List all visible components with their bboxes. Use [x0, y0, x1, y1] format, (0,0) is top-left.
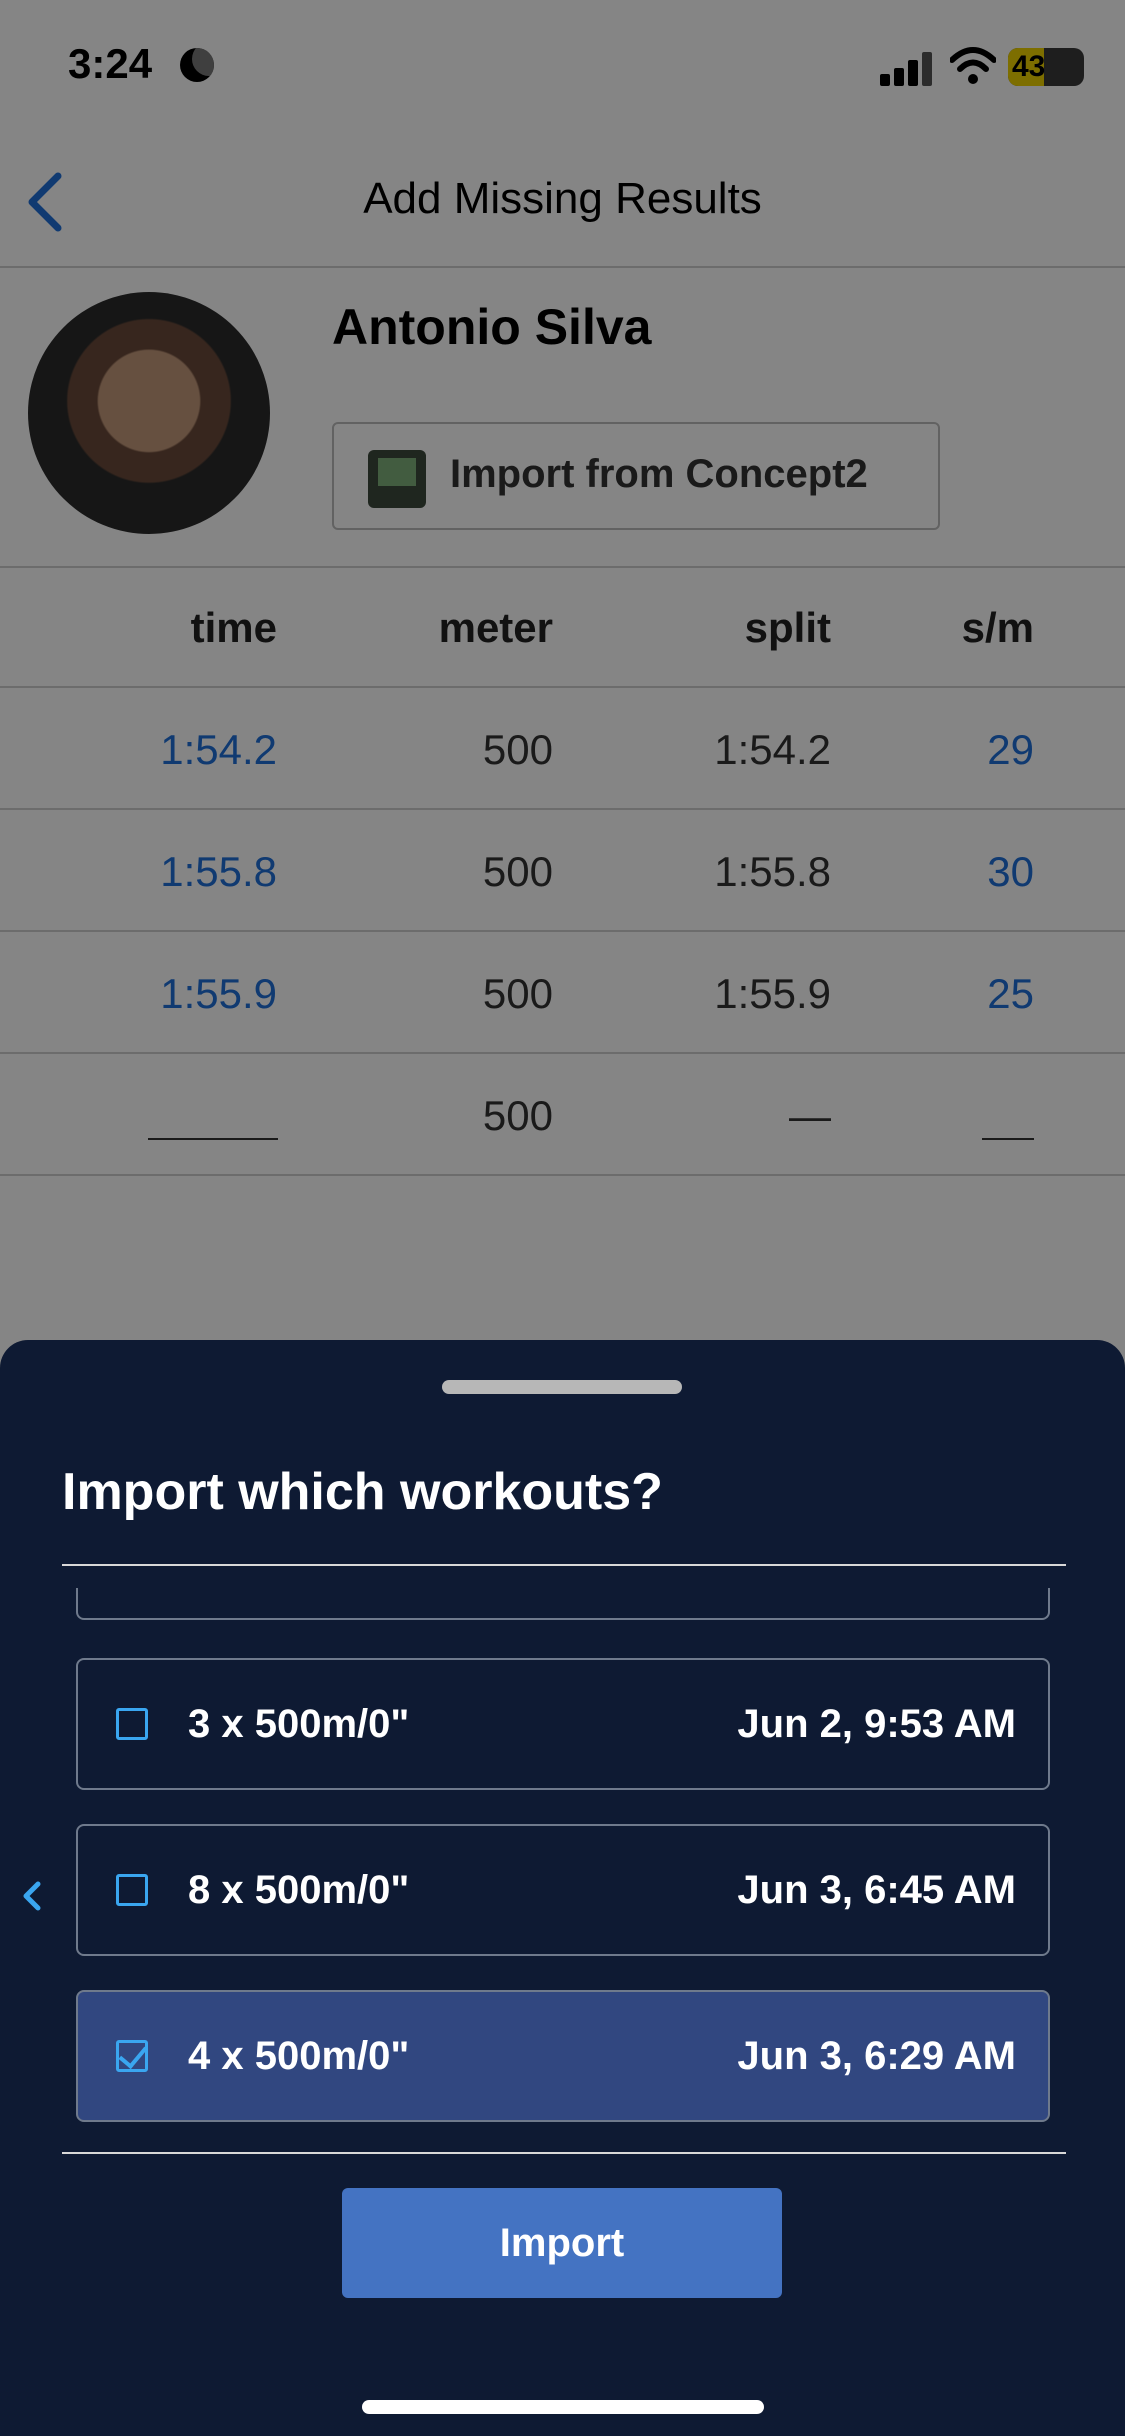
home-indicator [362, 2400, 764, 2414]
workout-name: 3 x 500m/0" [188, 1702, 410, 1746]
checkbox-unchecked-icon[interactable] [116, 1708, 148, 1740]
workout-item-selected[interactable]: 4 x 500m/0" Jun 3, 6:29 AM [76, 1990, 1050, 2122]
workout-date: Jun 3, 6:29 AM [737, 2034, 1016, 2078]
chevron-left-icon[interactable] [18, 1876, 46, 1916]
sheet-title: Import which workouts? [62, 1463, 663, 1521]
import-workouts-sheet: Import which workouts? 3 x 500m/0" Jun 2… [0, 1340, 1125, 2436]
divider [62, 2152, 1066, 2154]
divider [62, 1564, 1066, 1566]
import-button[interactable]: Import [342, 2188, 782, 2298]
sheet-grabber[interactable] [442, 1380, 682, 1394]
workout-name: 4 x 500m/0" [188, 2034, 410, 2078]
workout-item[interactable]: 3 x 500m/0" Jun 2, 9:53 AM [76, 1658, 1050, 1790]
workout-date: Jun 2, 9:53 AM [737, 1702, 1016, 1746]
checkbox-unchecked-icon[interactable] [116, 1874, 148, 1906]
workout-name: 8 x 500m/0" [188, 1868, 410, 1912]
list-item-partial [76, 1588, 1050, 1620]
workout-item[interactable]: 8 x 500m/0" Jun 3, 6:45 AM [76, 1824, 1050, 1956]
workout-date: Jun 3, 6:45 AM [737, 1868, 1016, 1912]
checkbox-checked-icon[interactable] [116, 2038, 148, 2072]
